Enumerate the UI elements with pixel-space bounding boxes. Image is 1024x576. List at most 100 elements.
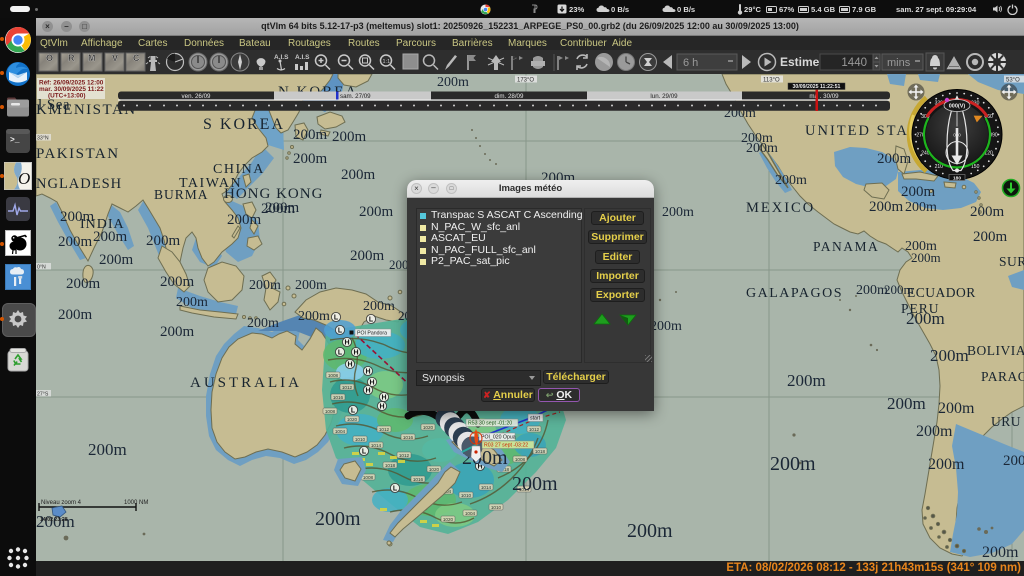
svg-text:200m: 200m [887, 394, 926, 413]
svg-text:INDIA: INDIA [80, 217, 125, 232]
svg-text:200m: 200m [1003, 453, 1024, 469]
svg-text:sam. 27/09: sam. 27/09 [340, 93, 371, 100]
svg-text:MEXICO: MEXICO [746, 200, 815, 216]
svg-text:PANAMA: PANAMA [813, 239, 879, 254]
svg-text:H: H [344, 340, 349, 347]
svg-text:1018: 1018 [385, 463, 396, 468]
svg-text:30/09/2025 11:22:51: 30/09/2025 11:22:51 [793, 84, 841, 90]
svg-text:1008: 1008 [328, 373, 339, 378]
svg-text:200m: 200m [627, 520, 673, 542]
svg-text:200m: 200m [176, 295, 208, 310]
svg-text:200m: 200m [315, 508, 361, 530]
svg-text:1012: 1012 [529, 427, 540, 432]
svg-text:M: M [88, 53, 96, 63]
svg-text:27°S: 27°S [37, 392, 49, 398]
svg-text:200m: 200m [363, 299, 395, 314]
svg-text:L: L [362, 449, 367, 456]
svg-text:lun. 29/09: lun. 29/09 [650, 93, 678, 100]
svg-text:PARAG: PARAG [981, 369, 1024, 384]
svg-text:1010: 1010 [355, 437, 366, 442]
svg-text:A.I.S: A.I.S [274, 54, 289, 61]
svg-text:200m: 200m [160, 324, 195, 340]
svg-text:173°O: 173°O [517, 77, 534, 83]
svg-text:200m: 200m [146, 233, 181, 249]
svg-text:1012: 1012 [379, 427, 390, 432]
svg-text:200m: 200m [99, 252, 134, 268]
svg-text:000: 000 [953, 133, 961, 138]
svg-text:200m: 200m [869, 199, 904, 215]
svg-text:200m: 200m [973, 229, 1008, 245]
svg-text:200m: 200m [350, 248, 385, 264]
svg-text:200m: 200m [265, 200, 300, 216]
svg-text:H: H [381, 395, 386, 402]
svg-text:200m: 200m [298, 309, 330, 324]
svg-text:start: start [530, 416, 541, 422]
svg-text:L: L [369, 317, 374, 324]
svg-text:O: O [18, 169, 30, 188]
svg-text:14/02 23:28: 14/02 23:28 [40, 517, 68, 523]
svg-text:mins: mins [887, 57, 911, 69]
svg-text:S KOREA: S KOREA [203, 116, 285, 133]
svg-text:ma . 30/09: ma . 30/09 [809, 93, 839, 100]
svg-text:NGLADESH: NGLADESH [36, 176, 122, 192]
svg-text:L: L [338, 350, 343, 357]
svg-text:R03 27 sept -03:22: R03 27 sept -03:22 [484, 443, 528, 449]
svg-text:1440: 1440 [841, 57, 867, 69]
svg-text:Niveau zoom 4: Niveau zoom 4 [41, 500, 82, 506]
svg-text:(UTC+13:00): (UTC+13:00) [48, 93, 85, 100]
svg-text:1008: 1008 [325, 409, 336, 414]
svg-text:1014: 1014 [371, 443, 382, 448]
svg-text:A.I.S: A.I.S [295, 54, 310, 61]
svg-text:200m: 200m [650, 319, 682, 334]
svg-text:1004: 1004 [465, 511, 476, 516]
svg-text:AUSTRALIA: AUSTRALIA [190, 375, 302, 391]
svg-text:H: H [365, 369, 370, 376]
svg-text:1008: 1008 [515, 457, 526, 462]
svg-text:POI Pandora: POI Pandora [357, 331, 387, 337]
svg-text:R53 30 sept -01:20: R53 30 sept -01:20 [468, 421, 512, 427]
svg-text:200m: 200m [938, 400, 975, 417]
svg-text:200m: 200m [770, 453, 816, 475]
svg-text:200m: 200m [982, 544, 1019, 561]
svg-text:1004: 1004 [335, 429, 346, 434]
svg-text:V: V [112, 53, 118, 63]
svg-text:200m: 200m [911, 250, 941, 265]
svg-text:Estime: Estime [780, 55, 820, 69]
svg-text:000(V): 000(V) [949, 104, 966, 110]
svg-text:L: L [351, 408, 356, 415]
svg-text:113°O: 113°O [763, 77, 780, 83]
svg-text:L: L [393, 486, 398, 493]
svg-text:200m: 200m [160, 274, 195, 290]
svg-text:BOLIVIA: BOLIVIA [967, 343, 1024, 358]
svg-text:L: L [338, 328, 343, 335]
svg-text:SUR: SUR [999, 254, 1024, 269]
svg-text:1012: 1012 [342, 385, 353, 390]
svg-text:33°N: 33°N [37, 136, 49, 142]
svg-text:PERU: PERU [901, 301, 940, 316]
svg-text:CHINA: CHINA [213, 162, 265, 177]
svg-text:1:1: 1:1 [383, 59, 391, 65]
svg-text:1014: 1014 [481, 485, 492, 490]
svg-text:POI_020 Opua: POI_020 Opua [481, 435, 516, 441]
svg-text:>_: >_ [10, 136, 20, 145]
svg-text:200m: 200m [293, 127, 328, 143]
svg-text:1020: 1020 [443, 517, 454, 522]
svg-text:ven. 26/09: ven. 26/09 [182, 93, 211, 100]
svg-text:200m: 200m [88, 440, 127, 459]
svg-text:200m: 200m [775, 173, 807, 188]
svg-text:200m: 200m [901, 184, 936, 200]
svg-text:200m: 200m [341, 167, 376, 183]
svg-text:R: R [68, 53, 75, 63]
svg-text:1010: 1010 [461, 493, 472, 498]
svg-text:53°O: 53°O [1006, 77, 1020, 83]
svg-text:200m: 200m [293, 151, 328, 167]
svg-text:200m: 200m [295, 278, 327, 293]
svg-text:1020: 1020 [429, 467, 440, 472]
svg-text:200m: 200m [787, 371, 826, 390]
svg-text:1016: 1016 [333, 395, 344, 400]
svg-text:H: H [365, 388, 370, 395]
svg-text:1016: 1016 [403, 435, 414, 440]
svg-text:200m: 200m [332, 129, 367, 145]
svg-text:1020: 1020 [423, 425, 434, 430]
svg-text:L: L [334, 315, 339, 322]
